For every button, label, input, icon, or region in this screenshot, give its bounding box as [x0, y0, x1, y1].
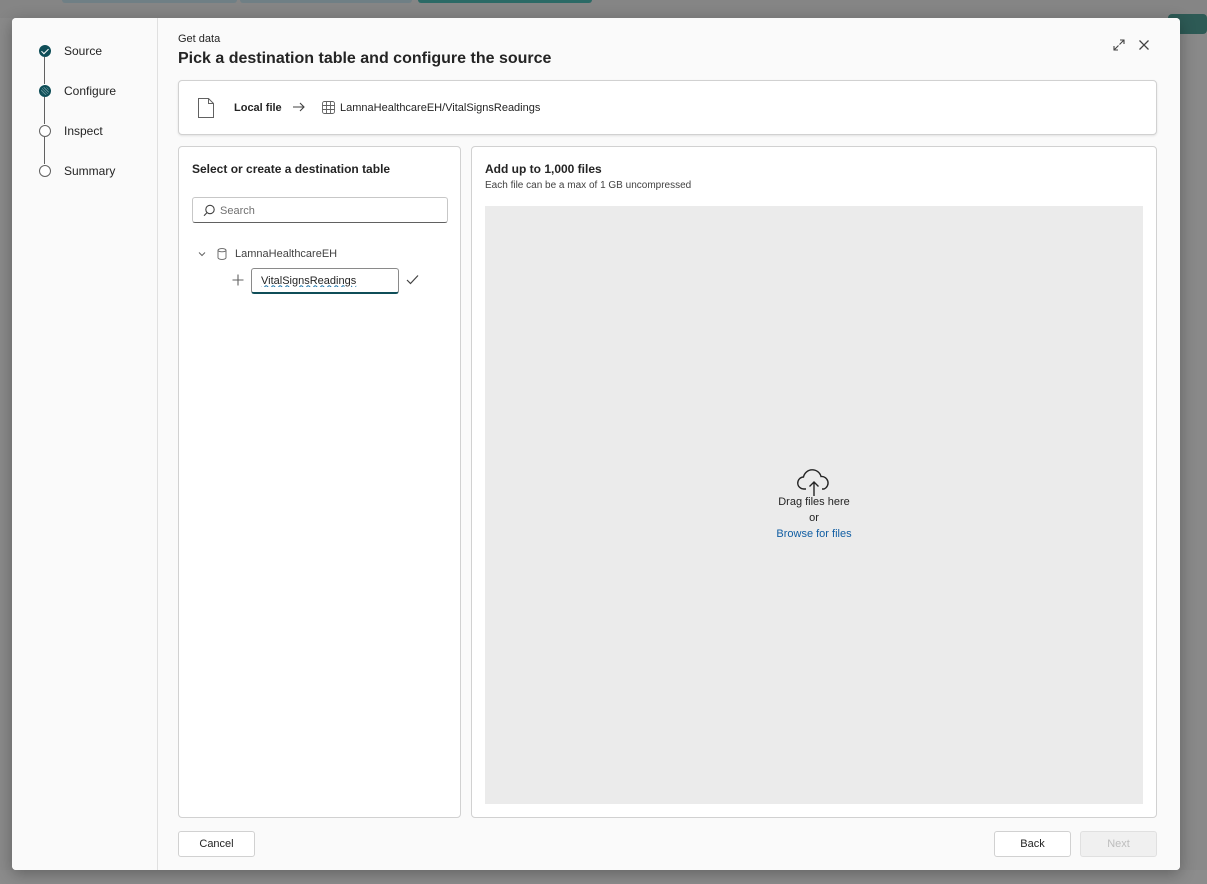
next-button[interactable]: Next	[1080, 831, 1157, 857]
cancel-button[interactable]: Cancel	[178, 831, 255, 857]
database-icon	[217, 248, 227, 260]
file-upload-panel: Add up to 1,000 files Each file can be a…	[471, 146, 1157, 818]
source-destination-breadcrumb: Local file LamnaHealthcareEH/VitalSignsR…	[178, 80, 1157, 135]
background-tab	[418, 0, 592, 3]
search-icon	[203, 204, 215, 217]
new-table-name-input[interactable]	[251, 268, 399, 294]
get-data-dialog: Source Configure Inspect Summary Get dat…	[12, 18, 1180, 870]
step-inspect[interactable]: Inspect	[12, 119, 158, 143]
dialog-subtitle: Get data	[178, 33, 221, 45]
back-button[interactable]: Back	[994, 831, 1071, 857]
step-label: Configure	[64, 84, 117, 98]
upload-panel-subtitle: Each file can be a max of 1 GB uncompres…	[485, 180, 692, 191]
step-current-icon	[39, 85, 51, 97]
cloud-upload-icon	[797, 469, 829, 496]
step-configure[interactable]: Configure	[12, 79, 158, 103]
step-label: Inspect	[64, 124, 103, 138]
table-search-box[interactable]	[192, 197, 448, 223]
step-source[interactable]: Source	[12, 39, 158, 63]
step-label: Source	[64, 44, 103, 58]
breadcrumb-source: Local file	[234, 102, 282, 114]
arrow-right-icon	[293, 102, 305, 112]
plus-icon	[232, 274, 244, 286]
checkmark-icon[interactable]	[406, 274, 419, 285]
background-tab	[62, 0, 237, 3]
expand-icon[interactable]	[1110, 36, 1128, 54]
step-complete-icon	[39, 45, 51, 57]
step-summary[interactable]: Summary	[12, 159, 158, 183]
destination-panel-title: Select or create a destination table	[192, 162, 391, 176]
background-topbar	[0, 0, 1207, 18]
or-text: or	[809, 512, 819, 524]
background-right-pane	[1180, 18, 1207, 884]
file-drop-zone[interactable]: Drag files here or Browse for files	[485, 206, 1143, 804]
wizard-stepper: Source Configure Inspect Summary	[12, 18, 158, 870]
tree-database-item[interactable]: LamnaHealthcareEH	[235, 248, 337, 260]
file-icon	[198, 98, 214, 118]
background-bottom-bar	[0, 870, 1207, 884]
drag-files-text: Drag files here	[778, 496, 850, 508]
browse-files-link[interactable]: Browse for files	[485, 528, 1143, 540]
background-tab	[240, 0, 412, 3]
step-label: Summary	[64, 164, 116, 178]
search-input[interactable]	[220, 202, 440, 219]
step-pending-icon	[39, 125, 51, 137]
upload-panel-title: Add up to 1,000 files	[485, 162, 602, 176]
dialog-title: Pick a destination table and configure t…	[178, 50, 552, 67]
table-icon	[322, 101, 335, 114]
destination-table-panel: Select or create a destination table Lam…	[178, 146, 461, 818]
step-pending-icon	[39, 165, 51, 177]
chevron-down-icon[interactable]	[197, 249, 207, 259]
breadcrumb-destination: LamnaHealthcareEH/VitalSignsReadings	[340, 102, 541, 114]
close-icon[interactable]	[1135, 36, 1153, 54]
dialog-main: Get data Pick a destination table and co…	[158, 18, 1180, 870]
